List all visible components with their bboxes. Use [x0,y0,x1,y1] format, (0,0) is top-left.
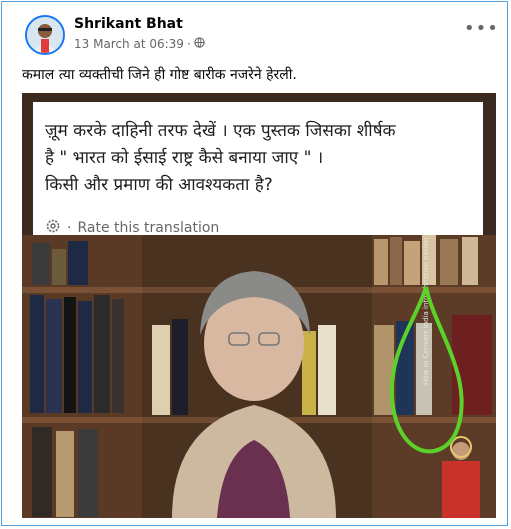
book-spine-text: How to Convert India into Christian nati… [422,238,430,385]
translation-card: ज़ूम करके दाहिनी तरफ देखें । एक पुस्तक ज… [33,102,483,236]
globe-icon [194,37,205,51]
text-line-2: है " भारत को ईसाई राष्ट्र कैसे बनाया जाए… [45,148,324,168]
author-name[interactable]: Shrikant Bhat [74,16,183,32]
separator: · [186,37,191,51]
text-line-3: किसी और प्रमाण की आवश्यकता है? [45,175,273,195]
post-caption: कमाल त्या व्यक्तीची जिने ही गोष्ट बारीक … [22,67,297,83]
post-card: Shrikant Bhat 13 March at 06:39 · ••• कम… [1,1,508,526]
video-still: How to Convert India into Christian nati… [22,235,496,518]
translated-text: ज़ूम करके दाहिनी तरफ देखें । एक पुस्तक ज… [45,118,475,199]
text-line-1: ज़ूम करके दाहिनी तरफ देखें । एक पुस्तक ज… [45,121,396,141]
separator-dot: · [67,220,72,236]
translate-label: Rate this translation [77,220,220,236]
timestamp[interactable]: 13 March at 06:39 [74,37,184,51]
post-image[interactable]: ज़ूम करके दाहिनी तरफ देखें । एक पुस्तक ज… [22,93,496,518]
more-options-icon[interactable]: ••• [464,20,499,38]
post-meta: 13 March at 06:39 · [74,37,205,51]
avatar[interactable] [25,15,65,55]
